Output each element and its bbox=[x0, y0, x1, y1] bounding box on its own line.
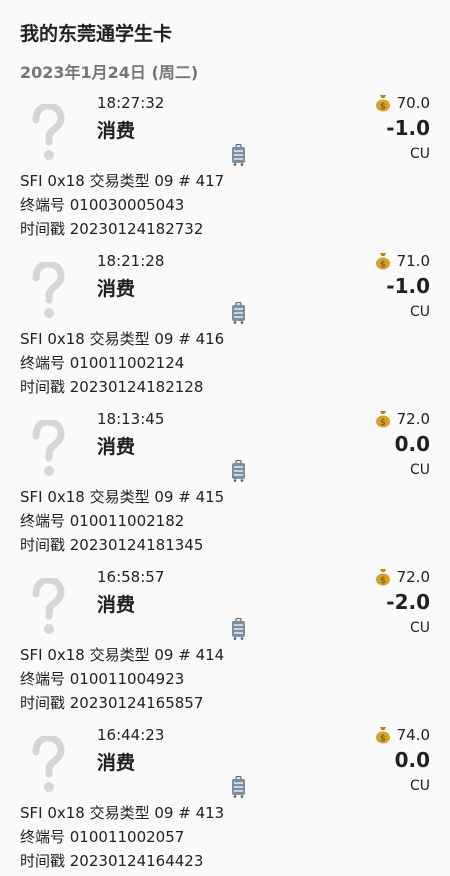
currency: CU bbox=[409, 462, 430, 478]
currency: CU bbox=[409, 778, 430, 794]
terminal-line: 终端号 010011002057 bbox=[20, 828, 185, 846]
trip-type: 消费 bbox=[97, 120, 136, 142]
trip-item[interactable]: 18:27:32 消费 $ 70.0 -1.0 CU SFI 0x18 交易类型… bbox=[0, 94, 450, 252]
timestamp-line: 时间戳 20230124164423 bbox=[20, 852, 204, 870]
balance-value: 71.0 bbox=[396, 252, 430, 270]
timestamp-line: 时间戳 20230124182128 bbox=[20, 378, 204, 396]
fare: -2.0 bbox=[386, 590, 430, 614]
trip-item[interactable]: 18:13:45 消费 $ 72.0 0.0 CU SFI 0x18 交易类型 … bbox=[0, 410, 450, 568]
balance-value: 72.0 bbox=[396, 410, 430, 428]
sfi-line: SFI 0x18 交易类型 09 # 413 bbox=[20, 804, 225, 822]
fare: 0.0 bbox=[394, 748, 430, 772]
svg-text:$: $ bbox=[380, 418, 386, 428]
sfi-line: SFI 0x18 交易类型 09 # 416 bbox=[20, 330, 225, 348]
luggage-icon bbox=[232, 776, 245, 798]
luggage-icon bbox=[232, 144, 245, 166]
fare: -1.0 bbox=[386, 116, 430, 140]
timestamp-line: 时间戳 20230124182732 bbox=[20, 220, 204, 238]
trip-item[interactable]: 16:44:23 消费 $ 74.0 0.0 CU SFI 0x18 交易类型 … bbox=[0, 726, 450, 876]
balance-value: 70.0 bbox=[396, 94, 430, 112]
question-mark-icon bbox=[32, 578, 65, 634]
trip-type: 消费 bbox=[97, 278, 136, 300]
trip-time: 18:21:28 bbox=[97, 252, 165, 270]
fare: 0.0 bbox=[394, 432, 430, 456]
sfi-line: SFI 0x18 交易类型 09 # 415 bbox=[20, 488, 225, 506]
money-bag-icon: $ bbox=[375, 411, 390, 428]
trip-type: 消费 bbox=[97, 752, 136, 774]
trip-type: 消费 bbox=[97, 594, 136, 616]
money-bag-icon: $ bbox=[375, 253, 390, 270]
balance-value: 74.0 bbox=[396, 726, 430, 744]
balance: $ 70.0 bbox=[375, 94, 430, 112]
trip-item[interactable]: 18:21:28 消费 $ 71.0 -1.0 CU SFI 0x18 交易类型… bbox=[0, 252, 450, 410]
trip-time: 16:44:23 bbox=[97, 726, 165, 744]
balance: $ 72.0 bbox=[375, 568, 430, 586]
timestamp-line: 时间戳 20230124181345 bbox=[20, 536, 204, 554]
svg-text:$: $ bbox=[380, 734, 386, 744]
terminal-line: 终端号 010011002182 bbox=[20, 512, 185, 530]
balance: $ 72.0 bbox=[375, 410, 430, 428]
money-bag-icon: $ bbox=[375, 727, 390, 744]
luggage-icon bbox=[232, 460, 245, 482]
currency: CU bbox=[409, 146, 430, 162]
svg-text:$: $ bbox=[380, 260, 386, 270]
money-bag-icon: $ bbox=[375, 569, 390, 586]
terminal-line: 终端号 010011002124 bbox=[20, 354, 185, 372]
luggage-icon bbox=[232, 302, 245, 324]
trip-time: 18:27:32 bbox=[97, 94, 165, 112]
trip-time: 16:58:57 bbox=[97, 568, 165, 586]
currency: CU bbox=[409, 620, 430, 636]
balance: $ 71.0 bbox=[375, 252, 430, 270]
trip-time: 18:13:45 bbox=[97, 410, 165, 428]
svg-text:$: $ bbox=[380, 576, 386, 586]
money-bag-icon: $ bbox=[375, 95, 390, 112]
svg-text:$: $ bbox=[380, 102, 386, 112]
luggage-icon bbox=[232, 618, 245, 640]
balance: $ 74.0 bbox=[375, 726, 430, 744]
question-mark-icon bbox=[32, 104, 65, 160]
trip-type: 消费 bbox=[97, 436, 136, 458]
fare: -1.0 bbox=[386, 274, 430, 298]
sfi-line: SFI 0x18 交易类型 09 # 414 bbox=[20, 646, 225, 664]
terminal-line: 终端号 010030005043 bbox=[20, 196, 185, 214]
trip-list-screen: 我的东莞通学生卡 2023年1月24日 (周二) 18:27:32 消费 $ 7… bbox=[0, 0, 450, 876]
timestamp-line: 时间戳 20230124165857 bbox=[20, 694, 204, 712]
sfi-line: SFI 0x18 交易类型 09 # 417 bbox=[20, 172, 225, 190]
balance-value: 72.0 bbox=[396, 568, 430, 586]
date-header: 2023年1月24日 (周二) bbox=[20, 63, 199, 82]
question-mark-icon bbox=[32, 736, 65, 792]
question-mark-icon bbox=[32, 420, 65, 476]
card-title: 我的东莞通学生卡 bbox=[20, 23, 173, 45]
trip-item[interactable]: 16:58:57 消费 $ 72.0 -2.0 CU SFI 0x18 交易类型… bbox=[0, 568, 450, 726]
terminal-line: 终端号 010011004923 bbox=[20, 670, 185, 688]
question-mark-icon bbox=[32, 262, 65, 318]
currency: CU bbox=[409, 304, 430, 320]
